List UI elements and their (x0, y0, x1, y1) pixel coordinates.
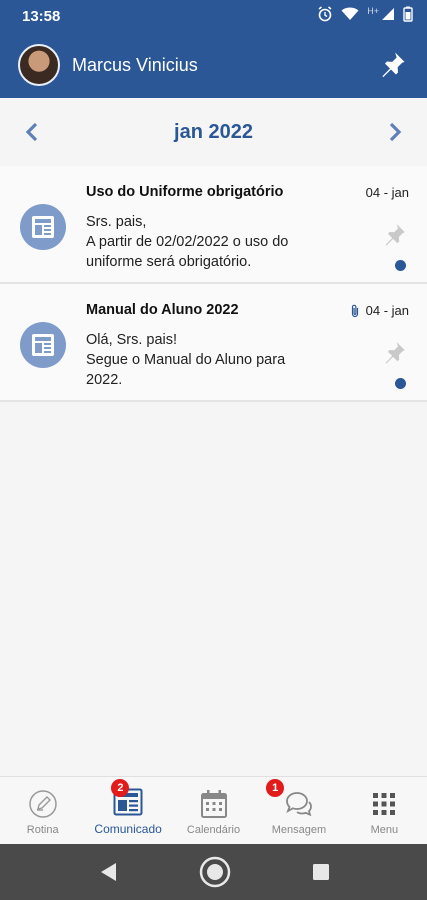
notice-title: Manual do Aluno 2022 (86, 302, 239, 318)
pin-notice-button[interactable] (381, 222, 407, 248)
nav-label: Mensagem (271, 824, 327, 836)
notice-body-line: Olá, Srs. pais! (86, 332, 178, 348)
nav-label: Menu (370, 824, 399, 836)
notice-date: 04 - jan (366, 185, 409, 200)
next-month-button[interactable] (383, 120, 407, 144)
notice-body-line: A partir de 02/02/2022 o uso do (86, 234, 289, 250)
battery-icon (403, 6, 413, 27)
nav-label: Rotina (26, 824, 59, 836)
chat-icon (283, 788, 315, 820)
grid-icon (368, 788, 400, 820)
month-title: jan 2022 (174, 120, 253, 143)
chevron-left-icon (25, 122, 38, 142)
notice-icon (20, 322, 66, 368)
nav-item-comunicado[interactable]: 2 Comunicado (85, 777, 170, 844)
notice-date-text: 04 - jan (365, 185, 409, 200)
notice-body-line: Srs. pais, (86, 214, 147, 230)
notice-item[interactable]: Uso do Uniforme obrigatório 04 - jan Srs… (0, 166, 427, 284)
notice-body-line: Segue o Manual do Aluno para (86, 352, 286, 368)
alarm-icon (317, 5, 333, 27)
notification-badge: 1 (266, 779, 285, 797)
system-navigation-bar (0, 844, 427, 900)
recents-button[interactable] (312, 863, 330, 881)
nav-label: Calendário (186, 824, 241, 836)
status-icons: H+ (317, 6, 413, 27)
home-circle-icon (199, 856, 230, 888)
pin-notice-button[interactable] (381, 340, 407, 366)
back-button[interactable] (98, 861, 118, 883)
nav-item-mensagem[interactable]: 1 Mensagem (256, 777, 341, 844)
home-button[interactable] (198, 855, 232, 889)
status-time: 13:58 (22, 7, 61, 25)
calendar-icon (198, 788, 230, 820)
notice-title: Uso do Uniforme obrigatório (86, 184, 284, 200)
chevron-right-icon (389, 122, 402, 142)
pin-icon[interactable] (375, 48, 409, 82)
unread-indicator (395, 260, 406, 271)
pin-icon (385, 224, 405, 246)
nav-item-menu[interactable]: Menu (342, 777, 427, 844)
pencil-circle-icon (27, 788, 59, 820)
nav-label: Comunicado (94, 822, 162, 836)
notice-body-line: uniforme será obrigatório. (86, 254, 252, 270)
status-bar: 13:58 H+ (0, 0, 427, 32)
nav-item-calendario[interactable]: Calendário (171, 777, 256, 844)
notice-list: Uso do Uniforme obrigatório 04 - jan Srs… (0, 166, 427, 402)
notice-item[interactable]: Manual do Aluno 2022 04 - jan Olá, Srs. … (0, 284, 427, 402)
paperclip-icon (351, 304, 358, 317)
previous-month-button[interactable] (20, 120, 44, 144)
network-type-label: H+ (367, 5, 379, 16)
bottom-navigation: Rotina 2 Comunicado Calendário 1 Mensage… (0, 776, 427, 844)
month-navigator: jan 2022 (0, 98, 427, 166)
notice-icon (20, 204, 66, 250)
back-triangle-icon (100, 863, 116, 881)
notice-body: Olá, Srs. pais! Segue o Manual do Aluno … (86, 330, 346, 390)
nav-item-rotina[interactable]: Rotina (0, 777, 85, 844)
pin-icon (385, 342, 405, 364)
notice-body-line: 2022. (86, 372, 123, 388)
user-name: Marcus Vinicius (72, 54, 198, 75)
avatar[interactable] (18, 44, 60, 86)
unread-indicator (395, 378, 406, 389)
app-header: Marcus Vinicius (0, 32, 427, 98)
wifi-icon (341, 7, 359, 26)
notice-date-text: 04 - jan (365, 303, 409, 318)
signal-icon (381, 7, 395, 26)
recents-square-icon (312, 864, 329, 880)
notice-body: Srs. pais, A partir de 02/02/2022 o uso … (86, 212, 346, 272)
notice-date: 04 - jan (350, 303, 409, 318)
